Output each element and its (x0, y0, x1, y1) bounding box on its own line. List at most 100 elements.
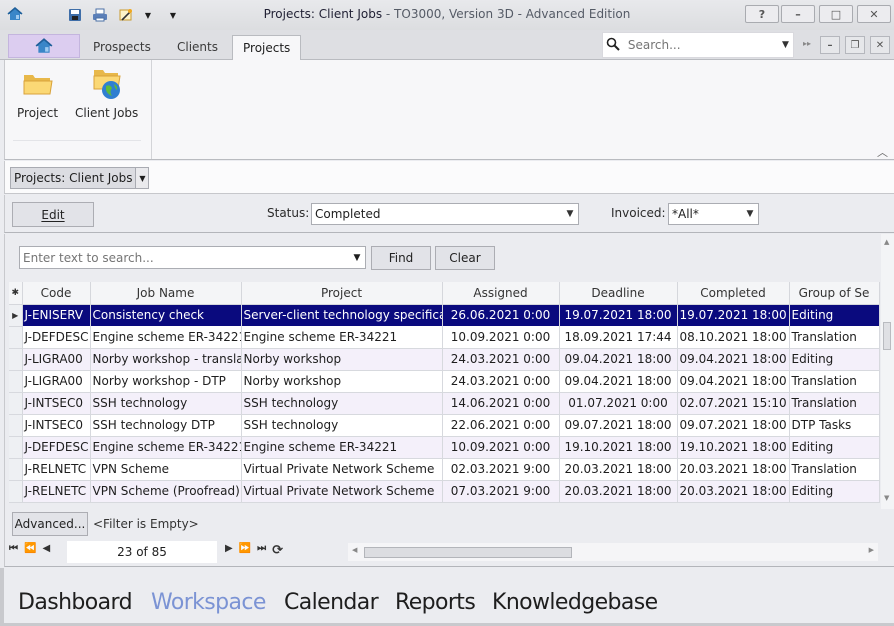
row-indicator[interactable] (9, 436, 23, 459)
cell-deadline[interactable]: 20.03.2021 18:00 (559, 480, 678, 503)
module-workspace[interactable]: Workspace (151, 590, 266, 615)
tab-projects[interactable]: Projects (232, 35, 302, 61)
column-header-job-name[interactable]: Job Name (90, 282, 242, 305)
cell-job-name[interactable]: SSH technology DTP (90, 414, 242, 437)
cell-project[interactable]: Virtual Private Network Scheme (241, 480, 443, 503)
help-button[interactable]: ? (745, 5, 779, 23)
new-row-indicator[interactable]: ✱ (9, 282, 23, 305)
cell-completed[interactable]: 09.04.2021 18:00 (677, 348, 790, 371)
cell-project[interactable]: Engine scheme ER-34221 (241, 436, 443, 459)
global-search[interactable]: ▼ (602, 32, 794, 58)
cell-deadline[interactable]: 09.04.2021 18:00 (559, 370, 678, 393)
cell-deadline[interactable]: 09.04.2021 18:00 (559, 348, 678, 371)
cell-group[interactable]: Translation (789, 326, 880, 349)
column-header-project[interactable]: Project (241, 282, 443, 305)
search-dropdown-icon[interactable]: ▼ (778, 40, 793, 50)
table-row[interactable]: J-DEFDESC Engine scheme ER-34221 Engine sc… (9, 326, 880, 349)
maximize-button[interactable]: □ (819, 5, 853, 23)
cell-deadline[interactable]: 01.07.2021 0:00 (559, 392, 678, 415)
vertical-scroll-thumb[interactable] (883, 322, 891, 350)
cell-group[interactable]: DTP Tasks (789, 414, 880, 437)
tab-prospects[interactable]: Prospects (83, 35, 161, 61)
row-indicator[interactable] (9, 326, 23, 349)
chevron-down-icon[interactable]: ▼ (349, 253, 365, 263)
chevron-down-icon[interactable]: ▼ (742, 209, 758, 219)
project-button[interactable]: Project (17, 66, 58, 120)
cell-deadline[interactable]: 19.07.2021 18:00 (559, 303, 678, 327)
row-indicator[interactable] (9, 370, 23, 393)
cell-assigned[interactable]: 14.06.2021 0:00 (442, 392, 560, 415)
module-reports[interactable]: Reports (395, 590, 476, 615)
view-selector[interactable]: Projects: Client Jobs ▼ (10, 167, 150, 189)
table-row[interactable]: J-INTSEC0 SSH technology SSH technology 14.… (9, 392, 880, 415)
cell-project[interactable]: Virtual Private Network Scheme (241, 458, 443, 481)
cell-project[interactable]: SSH technology (241, 414, 443, 437)
cell-assigned[interactable]: 10.09.2021 0:00 (442, 436, 560, 459)
current-row-indicator[interactable]: ▶ (9, 304, 23, 327)
mdi-minimize-button[interactable]: – (820, 36, 840, 54)
close-button[interactable]: ✕ (857, 5, 891, 23)
cell-deadline[interactable]: 19.10.2021 18:00 (559, 436, 678, 459)
cell-assigned[interactable]: 24.03.2021 0:00 (442, 348, 560, 371)
module-knowledgebase[interactable]: Knowledgebase (492, 590, 658, 615)
row-indicator[interactable] (9, 480, 23, 503)
cell-assigned[interactable]: 24.03.2021 0:00 (442, 370, 560, 393)
find-box[interactable]: ▼ (19, 246, 366, 269)
table-row[interactable]: J-RELNETC VPN Scheme Virtual Private Netwo… (9, 458, 880, 481)
cell-group[interactable]: Translation (789, 392, 880, 415)
find-button[interactable]: Find (371, 246, 431, 270)
cell-code[interactable]: J-LIGRA00 (22, 348, 91, 371)
cell-assigned[interactable]: 26.06.2021 0:00 (442, 303, 560, 327)
cell-completed[interactable]: 02.07.2021 15:10 (677, 392, 790, 415)
first-record-icon[interactable]: ⏮ (9, 543, 18, 554)
scroll-up-icon[interactable]: ▲ (884, 238, 889, 246)
status-select[interactable]: Completed ▼ (311, 203, 579, 225)
cell-code[interactable]: J-RELNETC (22, 458, 91, 481)
cell-completed[interactable]: 09.04.2021 18:00 (677, 370, 790, 393)
cell-assigned[interactable]: 10.09.2021 0:00 (442, 326, 560, 349)
advanced-filter-button[interactable]: Advanced... (12, 512, 88, 536)
table-row[interactable]: J-LIGRA00 Norby workshop - DTP Norby works… (9, 370, 880, 393)
mdi-close-button[interactable]: ✕ (870, 36, 890, 54)
edit-button[interactable]: Edit (12, 202, 94, 227)
chevron-down-icon[interactable]: ▼ (135, 168, 149, 188)
table-row[interactable]: J-INTSEC0 SSH technology DTP SSH technolog… (9, 414, 880, 437)
tab-clients[interactable]: Clients (167, 35, 228, 61)
next-page-icon[interactable]: ⏩ (239, 543, 251, 558)
minimize-button[interactable]: – (781, 5, 815, 23)
scroll-right-icon[interactable]: ▶ (869, 546, 874, 554)
module-calendar[interactable]: Calendar (284, 590, 379, 615)
search-input[interactable] (623, 38, 778, 52)
cell-job-name[interactable]: Engine scheme ER-34221 (90, 436, 242, 459)
cell-assigned[interactable]: 07.03.2021 9:00 (442, 480, 560, 503)
cell-group[interactable]: Editing (789, 436, 880, 459)
prev-page-icon[interactable]: ⏪ (24, 543, 36, 554)
cell-project[interactable]: SSH technology (241, 392, 443, 415)
column-header-group[interactable]: Group of Se (789, 282, 880, 305)
cell-code[interactable]: J-RELNETC (22, 480, 91, 503)
invoiced-select[interactable]: *All* ▼ (668, 203, 759, 225)
find-input[interactable] (20, 250, 349, 265)
table-row[interactable]: J-RELNETC VPN Scheme (Proofread) Virtual P… (9, 480, 880, 503)
cell-completed[interactable]: 19.10.2021 18:00 (677, 436, 790, 459)
cell-completed[interactable]: 20.03.2021 18:00 (677, 480, 790, 503)
cell-project[interactable]: Norby workshop (241, 348, 443, 371)
cell-group[interactable]: Editing (789, 348, 880, 371)
row-indicator[interactable] (9, 392, 23, 415)
cell-assigned[interactable]: 02.03.2021 9:00 (442, 458, 560, 481)
column-header-deadline[interactable]: Deadline (559, 282, 678, 305)
cell-group[interactable]: Editing (789, 480, 880, 503)
cell-code[interactable]: J-LIGRA00 (22, 370, 91, 393)
cell-group[interactable]: Editing (789, 303, 880, 327)
column-header-assigned[interactable]: Assigned (442, 282, 560, 305)
clear-button[interactable]: Clear (435, 246, 495, 270)
cell-project[interactable]: Norby workshop (241, 370, 443, 393)
prev-record-icon[interactable]: ◀ (42, 543, 50, 554)
module-dashboard[interactable]: Dashboard (18, 590, 133, 615)
cell-project[interactable]: Engine scheme ER-34221 (241, 326, 443, 349)
scroll-left-icon[interactable]: ◀ (352, 546, 357, 554)
overflow-icon[interactable]: ▸▸ (803, 39, 811, 48)
cell-job-name[interactable]: Consistency check (90, 303, 242, 327)
application-menu-tab[interactable] (8, 34, 80, 58)
next-record-icon[interactable]: ▶ (225, 543, 233, 558)
